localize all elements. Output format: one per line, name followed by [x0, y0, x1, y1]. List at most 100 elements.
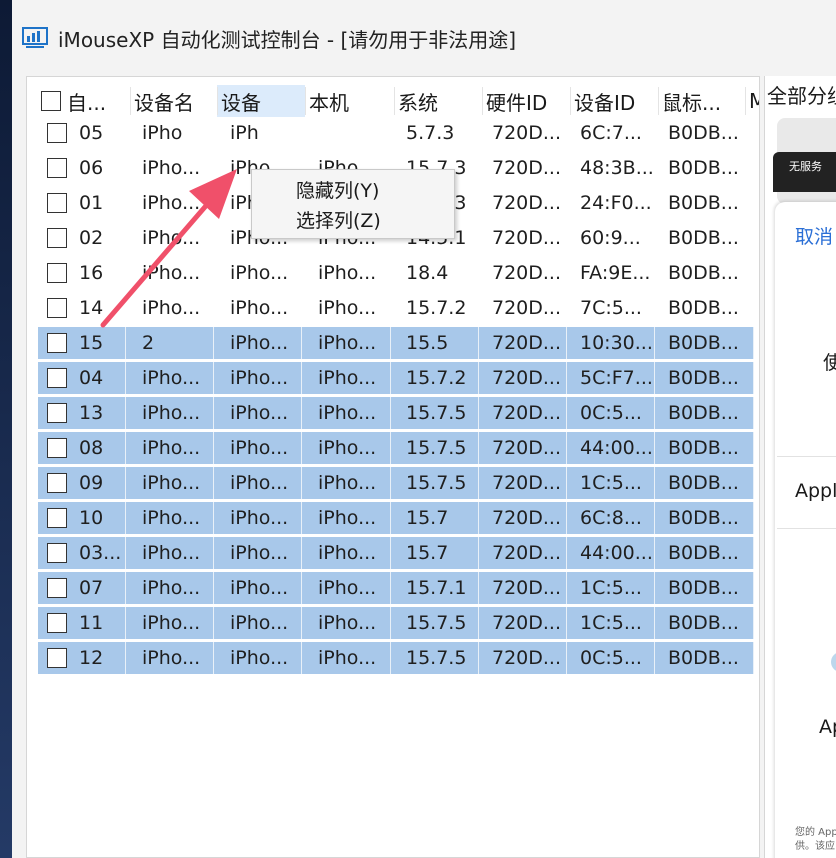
- menu-item-select-column[interactable]: 选择列(Z): [252, 204, 454, 234]
- cell-hw: 720D...: [479, 467, 567, 499]
- row-checkbox[interactable]: [47, 613, 67, 633]
- cell-name: iPho...: [126, 537, 214, 569]
- cancel-link[interactable]: 取消: [795, 222, 833, 249]
- cell-id: 04: [38, 362, 126, 394]
- cell-hw: 720D...: [479, 502, 567, 534]
- table-row[interactable]: 13 iPho... iPho... iPho... 15.7.5 720D... 0C:5…: [38, 397, 754, 429]
- row-checkbox[interactable]: [47, 543, 67, 563]
- row-checkbox[interactable]: [47, 438, 67, 458]
- chart-app-icon: [22, 27, 48, 49]
- row-checkbox[interactable]: [47, 403, 67, 423]
- table-row[interactable]: 11 iPho... iPho... iPho... 15.7.5 720D... 1C:5…: [38, 607, 754, 639]
- menu-item-hide-column[interactable]: 隐藏列(Y): [252, 174, 454, 204]
- row-id-text: 11: [79, 612, 104, 634]
- column-header-label: 设备ID: [574, 90, 636, 115]
- col-header-hardware-id[interactable]: 硬件ID: [482, 85, 570, 117]
- table-row[interactable]: 08 iPho... iPho... iPho... 15.7.5 720D... 44:0…: [38, 432, 754, 464]
- group-filter-label[interactable]: 全部分组: [767, 80, 836, 109]
- row-checkbox[interactable]: [47, 333, 67, 353]
- cell-id: 09: [38, 467, 126, 499]
- table-row[interactable]: 07 iPho... iPho... iPho... 15.7.1 720D... 1C:5…: [38, 572, 754, 604]
- column-separator[interactable]: [217, 87, 218, 115]
- title-bar: iMouseXP 自动化测试控制台 - [请勿用于非法用途]: [12, 14, 836, 62]
- row-id-text: 07: [79, 577, 104, 599]
- cell-model: iPho...: [302, 327, 391, 359]
- col-header-select-all[interactable]: 自...: [41, 85, 130, 117]
- carrier-status-text: 无服务: [789, 160, 822, 173]
- cell-devid: 5C:F7...: [567, 362, 655, 394]
- row-checkbox[interactable]: [47, 158, 67, 178]
- row-checkbox[interactable]: [47, 368, 67, 388]
- divider: [777, 528, 836, 529]
- row-id-text: 03...: [79, 542, 122, 564]
- column-separator[interactable]: [658, 87, 659, 115]
- column-separator[interactable]: [482, 87, 483, 115]
- cell-model: iPho...: [302, 467, 391, 499]
- table-row[interactable]: 04 iPho... iPho... iPho... 15.7.2 720D... 5C:F…: [38, 362, 754, 394]
- col-header-device-name[interactable]: 设备名: [130, 85, 217, 117]
- cell-devid: 44:00...: [567, 537, 655, 569]
- cell-devid: 0C:5...: [567, 397, 655, 429]
- column-separator[interactable]: [394, 87, 395, 115]
- row-checkbox[interactable]: [47, 263, 67, 283]
- column-separator[interactable]: [745, 87, 746, 115]
- select-all-checkbox[interactable]: [41, 91, 61, 111]
- table-row[interactable]: 05 iPho iPh 5.7.3 720D... 6C:7... B0DB...: [38, 117, 754, 149]
- col-header-device[interactable]: 设备: [217, 85, 305, 117]
- phone-modal-sheet: [775, 202, 836, 858]
- column-separator[interactable]: [130, 87, 131, 115]
- col-header-m[interactable]: M: [745, 85, 759, 117]
- row-checkbox[interactable]: [47, 193, 67, 213]
- cell-mouse: B0DB...: [655, 432, 754, 464]
- apple-row-text[interactable]: Apple: [795, 480, 836, 502]
- device-list-table[interactable]: 自... 设备名 设备 本机 系统 硬件ID 设备ID 鼠标... M 05 iPho iPh 5.7…: [26, 76, 760, 858]
- row-checkbox[interactable]: [47, 298, 67, 318]
- cell-model: iPho...: [302, 537, 391, 569]
- row-checkbox[interactable]: [47, 228, 67, 248]
- cell-dev: iPho...: [214, 432, 302, 464]
- cell-sys: 15.7: [391, 537, 479, 569]
- column-header-label: 本机: [309, 90, 349, 115]
- cell-dev: iPho...: [214, 537, 302, 569]
- cell-name: iPho...: [126, 397, 214, 429]
- table-row[interactable]: 10 iPho... iPho... iPho... 15.7 720D... 6C:8..…: [38, 502, 754, 534]
- cell-dev: iPho...: [214, 607, 302, 639]
- column-separator[interactable]: [305, 87, 306, 115]
- col-header-device-id[interactable]: 设备ID: [570, 85, 658, 117]
- col-header-system[interactable]: 系统: [394, 85, 482, 117]
- cell-mouse: B0DB...: [668, 192, 739, 214]
- cell-sys: 15.7.2: [406, 297, 467, 319]
- table-row[interactable]: 03... iPho... iPho... iPho... 15.7 720D... 44:…: [38, 537, 754, 569]
- divider: [777, 456, 836, 457]
- column-context-menu: 隐藏列(Y) 选择列(Z): [251, 169, 455, 239]
- column-header-label: 系统: [398, 90, 438, 115]
- cell-dev: iPho...: [214, 502, 302, 534]
- cell-name: iPho...: [126, 432, 214, 464]
- cell-devid: 1C:5...: [567, 607, 655, 639]
- cell-mouse: B0DB...: [668, 157, 739, 179]
- cell-hw: 720D...: [479, 607, 567, 639]
- column-header-label: 设备: [221, 90, 261, 115]
- col-header-mouse[interactable]: 鼠标...: [658, 85, 745, 117]
- cell-id: 07: [38, 572, 126, 604]
- cell-name: iPho...: [126, 362, 214, 394]
- row-checkbox[interactable]: [47, 473, 67, 493]
- cell-model: iPho...: [302, 397, 391, 429]
- cell-model: iPho...: [302, 607, 391, 639]
- row-checkbox[interactable]: [47, 648, 67, 668]
- row-id-text: 04: [79, 367, 104, 389]
- column-separator[interactable]: [570, 87, 571, 115]
- row-checkbox[interactable]: [47, 123, 67, 143]
- sheet-heading-text: 使月: [823, 348, 836, 375]
- cell-hw: 720D...: [479, 572, 567, 604]
- table-row[interactable]: 09 iPho... iPho... iPho... 15.7.5 720D... 1C:5…: [38, 467, 754, 499]
- preview-panel: 全部分组 无服务 取消 使月 Apple App 您的 App 供。该应: [764, 76, 836, 858]
- table-row[interactable]: 12 iPho... iPho... iPho... 15.7.5 720D... 0C:5…: [38, 642, 754, 674]
- cell-mouse: B0DB...: [668, 227, 739, 249]
- cell-sys: 15.7.5: [391, 397, 479, 429]
- col-header-model[interactable]: 本机: [305, 85, 394, 117]
- row-checkbox[interactable]: [47, 508, 67, 528]
- row-checkbox[interactable]: [47, 578, 67, 598]
- window-title: iMouseXP 自动化测试控制台 - [请勿用于非法用途]: [58, 27, 517, 52]
- cell-id: 11: [38, 607, 126, 639]
